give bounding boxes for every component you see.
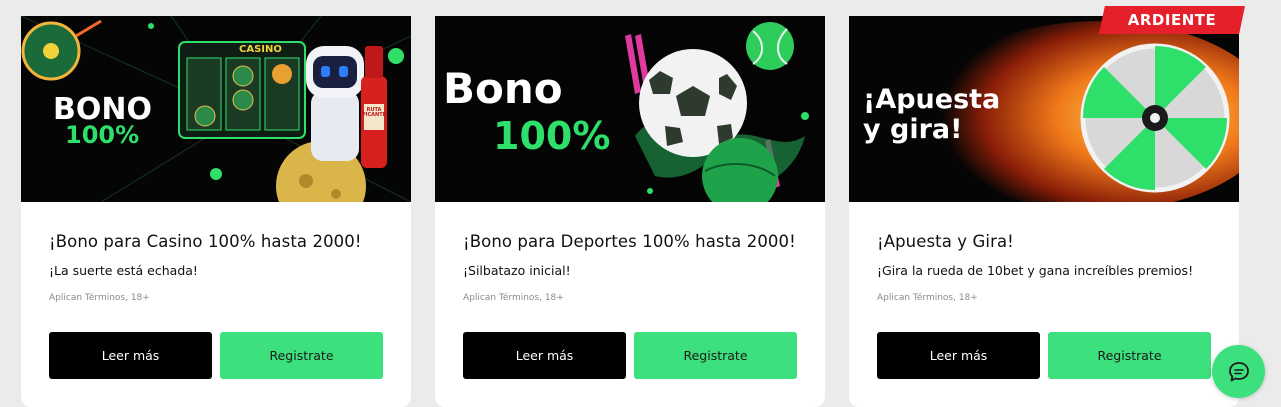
promo-card-casino: BONO 100% CASINO RUTA PICANTE ¡Bono para… [21,16,411,407]
banner-percent-text: 100% [493,114,611,158]
banner-casino-label: CASINO [239,44,282,55]
promo-banner-sports[interactable]: Bono 100% [435,16,825,202]
banner-percent-text: 100% [65,121,140,149]
terms-text: Aplican Términos, 18+ [877,293,978,303]
register-button[interactable]: Registrate [1048,332,1211,379]
card-subtitle: ¡Gira la rueda de 10bet y gana increíble… [877,263,1194,278]
read-more-button[interactable]: Leer más [463,332,626,379]
card-subtitle: ¡La suerte está echada! [49,263,198,278]
register-button[interactable]: Registrate [634,332,797,379]
register-button[interactable]: Registrate [220,332,383,379]
promo-banner-casino[interactable]: BONO 100% CASINO RUTA PICANTE [21,16,411,202]
terms-text: Aplican Términos, 18+ [49,293,150,303]
read-more-button[interactable]: Leer más [49,332,212,379]
terms-text: Aplican Términos, 18+ [463,293,564,303]
card-title: ¡Bono para Casino 100% hasta 2000! [49,232,362,251]
card-subtitle: ¡Silbatazo inicial! [463,263,571,278]
banner-headline-line1: ¡Apuesta [863,84,1001,115]
promo-banner-spin[interactable]: ¡Apuesta y gira! [849,16,1239,202]
promotions-row: BONO 100% CASINO RUTA PICANTE ¡Bono para… [21,6,1245,407]
chat-bubble-icon [1228,361,1249,381]
promo-card-spin: ARDIENTE ¡Apuesta y gira! ¡Apuesta y Gir… [849,6,1245,407]
banner-bono-text: Bono [443,64,563,113]
card-title: ¡Bono para Deportes 100% hasta 2000! [463,232,796,251]
read-more-button[interactable]: Leer más [877,332,1040,379]
card-title: ¡Apuesta y Gira! [877,232,1014,251]
banner-sauce-label: RUTA PICANTE [361,107,387,118]
promo-card-sports: Bono 100% ¡Bono para Deportes 100% hasta… [435,16,825,407]
hot-badge: ARDIENTE [1099,6,1245,34]
chat-button[interactable] [1212,345,1265,398]
banner-headline-line2: y gira! [863,114,963,145]
